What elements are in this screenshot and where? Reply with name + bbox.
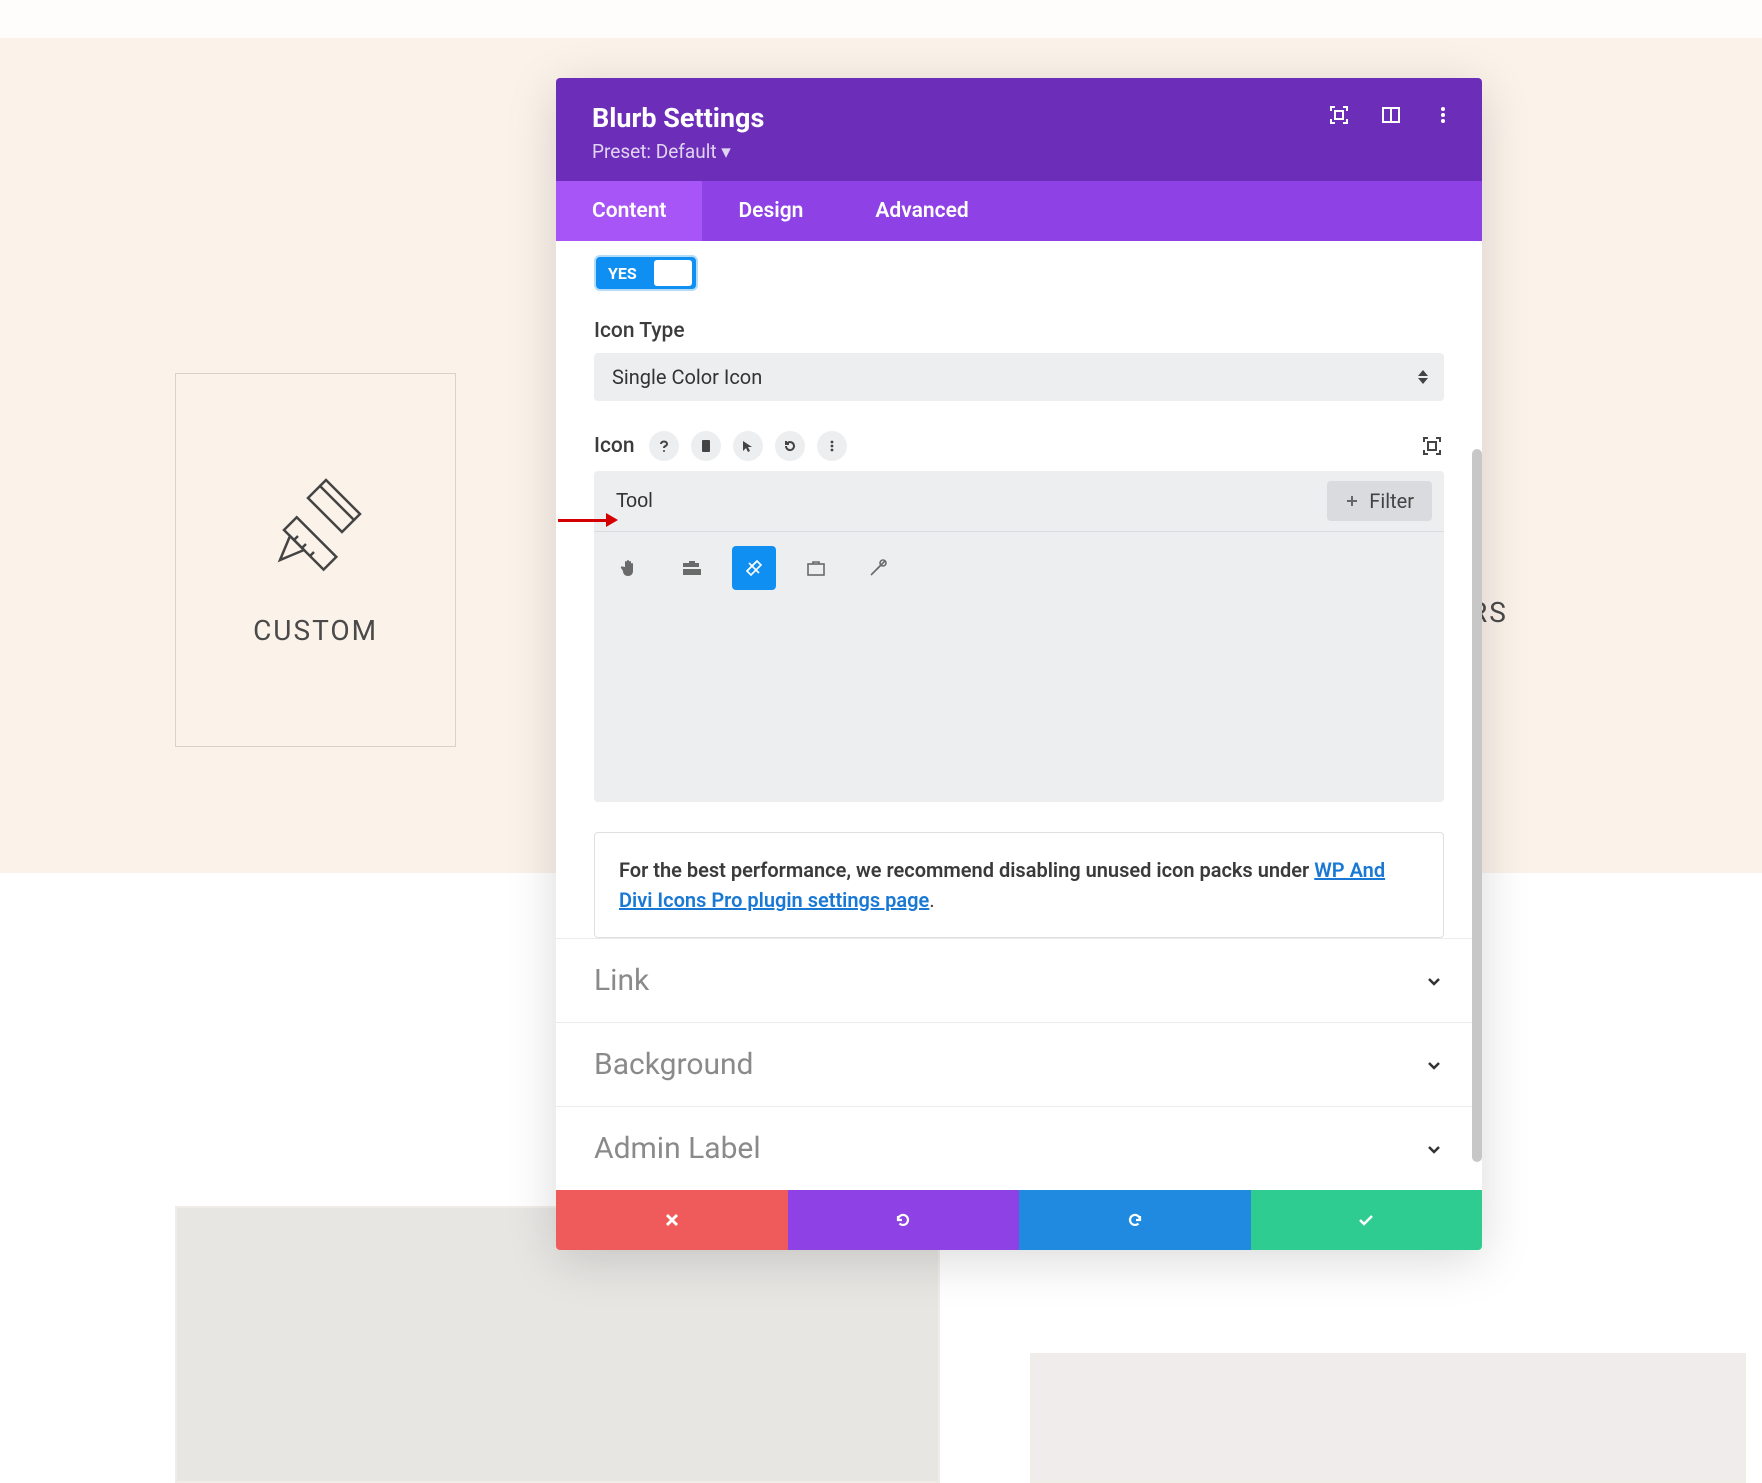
pencil-ruler-icon	[266, 474, 366, 574]
columns-icon[interactable]	[1380, 104, 1402, 126]
tab-advanced[interactable]: Advanced	[839, 181, 1004, 241]
redo-icon	[1125, 1210, 1145, 1230]
icon-type-label: Icon Type	[594, 319, 1444, 343]
tabs: Content Design Advanced	[556, 181, 1482, 241]
filter-button[interactable]: Filter	[1327, 481, 1432, 521]
cancel-button[interactable]	[556, 1190, 788, 1250]
accordion-label: Background	[594, 1047, 753, 1082]
scrollbar-thumb[interactable]	[1472, 449, 1482, 1162]
icon-grid	[594, 532, 1444, 802]
close-icon	[663, 1211, 681, 1229]
header-actions	[1328, 104, 1454, 126]
chevron-down-icon	[1424, 971, 1444, 991]
top-strip	[0, 0, 1762, 38]
chevron-down-icon	[1424, 1055, 1444, 1075]
save-button[interactable]	[1251, 1190, 1483, 1250]
panel-body: YES Icon Type Single Color Icon Icon	[556, 241, 1482, 1190]
hover-icon[interactable]	[733, 431, 763, 461]
hand-icon[interactable]	[608, 546, 652, 590]
chevron-down-icon	[1424, 1139, 1444, 1159]
accordion-label: Link	[594, 963, 649, 998]
use-icon-toggle[interactable]: YES	[594, 255, 698, 291]
modal-header: Blurb Settings Preset: Default ▾	[556, 78, 1482, 181]
icon-label: Icon	[594, 434, 635, 458]
kebab-menu-icon[interactable]	[1432, 104, 1454, 126]
undo-button[interactable]	[788, 1190, 1020, 1250]
toggle-label: YES	[608, 264, 637, 283]
info-prefix: For the best performance, we recommend d…	[619, 858, 1314, 882]
preset-selector[interactable]: Preset: Default ▾	[592, 140, 1446, 163]
icon-type-select[interactable]: Single Color Icon	[594, 353, 1444, 401]
more-icon[interactable]	[817, 431, 847, 461]
icon-picker: Filter	[594, 471, 1444, 802]
redo-button[interactable]	[1019, 1190, 1251, 1250]
card-custom[interactable]: CUSTOM	[175, 373, 456, 747]
expand-field-icon[interactable]	[1420, 434, 1444, 458]
wrench-screwdriver-icon[interactable]	[856, 546, 900, 590]
image-placeholder-right	[1030, 1353, 1746, 1483]
mobile-icon[interactable]	[691, 431, 721, 461]
card-label: CUSTOM	[253, 614, 378, 647]
plus-icon	[1345, 494, 1359, 508]
accordion-background[interactable]: Background	[556, 1022, 1482, 1106]
reset-icon[interactable]	[775, 431, 805, 461]
toggle-knob	[654, 260, 692, 286]
accordion-link[interactable]: Link	[556, 938, 1482, 1022]
modal-footer	[556, 1190, 1482, 1250]
icon-search-row: Filter	[594, 471, 1444, 532]
select-caret-icon	[1418, 370, 1428, 384]
toolbox-icon[interactable]	[670, 546, 714, 590]
tab-content[interactable]: Content	[556, 181, 702, 241]
undo-icon	[893, 1210, 913, 1230]
tab-design[interactable]: Design	[702, 181, 839, 241]
icon-search-input[interactable]	[606, 484, 1327, 519]
pencil-ruler-icon[interactable]	[732, 546, 776, 590]
performance-info: For the best performance, we recommend d…	[594, 832, 1444, 938]
accordion-admin-label[interactable]: Admin Label	[556, 1106, 1482, 1190]
modal-title: Blurb Settings	[592, 102, 1446, 134]
accordion-label: Admin Label	[594, 1131, 761, 1166]
expand-icon[interactable]	[1328, 104, 1350, 126]
icon-field-row: Icon	[594, 431, 1444, 461]
filter-label: Filter	[1369, 489, 1414, 513]
icon-type-value: Single Color Icon	[612, 365, 762, 389]
check-icon	[1356, 1210, 1376, 1230]
annotation-arrow	[558, 513, 618, 527]
help-icon[interactable]	[649, 431, 679, 461]
use-icon-toggle-wrap: YES	[594, 255, 1444, 291]
blurb-settings-modal: Blurb Settings Preset: Default ▾ Content…	[556, 78, 1482, 1250]
info-suffix: .	[929, 888, 934, 912]
briefcase-icon[interactable]	[794, 546, 838, 590]
